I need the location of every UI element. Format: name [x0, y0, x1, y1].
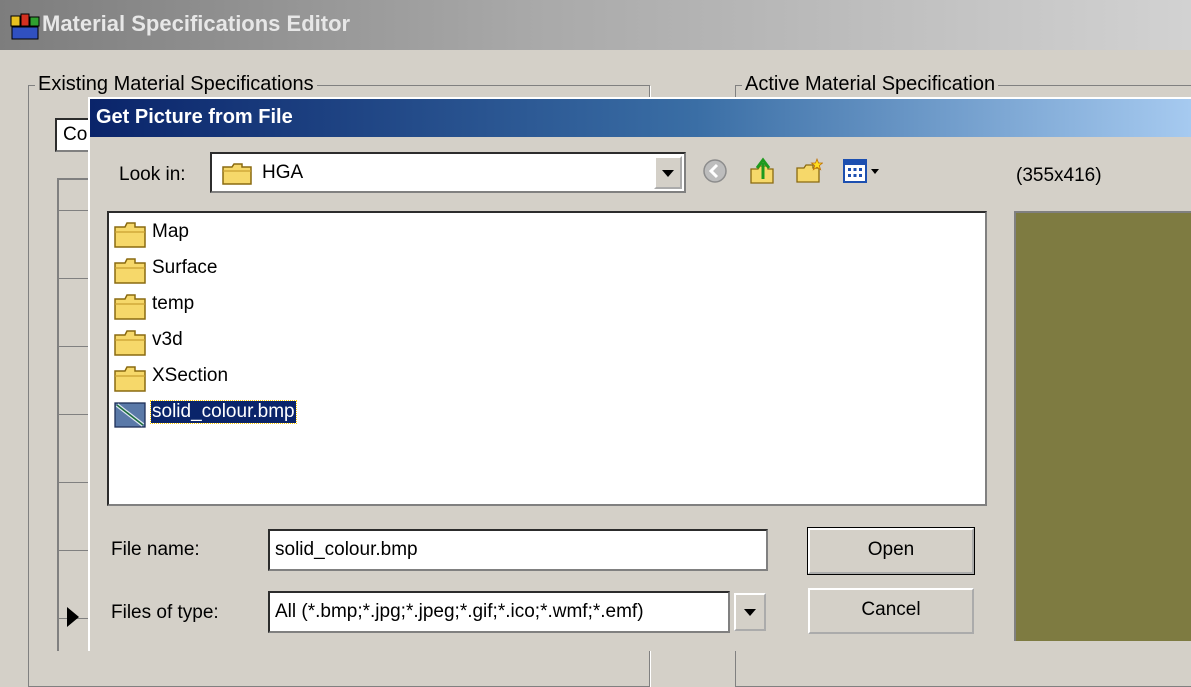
up-folder-icon[interactable] — [748, 157, 776, 185]
list-item-label: solid_colour.bmp — [150, 400, 297, 424]
material-spec-combo-value: Co — [63, 124, 88, 145]
files-of-type-label: Files of type: — [111, 602, 219, 623]
look-in-combo[interactable]: HGA — [210, 152, 686, 193]
folder-icon — [114, 258, 146, 284]
file-name-input[interactable]: solid_colour.bmp — [268, 529, 768, 571]
app-icon — [10, 13, 40, 40]
chevron-down-icon — [744, 609, 756, 616]
current-row-pointer-icon — [67, 607, 79, 627]
back-icon[interactable] — [701, 157, 729, 185]
parent-window-title: Material Specifications Editor — [42, 11, 351, 36]
list-item-label: Surface — [152, 257, 218, 278]
files-of-type-dropdown-button[interactable] — [734, 593, 766, 631]
files-of-type-value: All (*.bmp;*.jpg;*.jpeg;*.gif;*.ico;*.wm… — [275, 601, 644, 622]
preview-dimensions: (355x416) — [1016, 165, 1102, 186]
list-item-label: XSection — [152, 365, 229, 386]
view-menu-icon[interactable] — [842, 157, 882, 185]
dialog-titlebar[interactable]: Get Picture from File — [90, 99, 1191, 137]
look-in-label: Look in: — [119, 164, 186, 185]
folder-icon — [222, 163, 252, 185]
new-folder-icon[interactable] — [795, 157, 823, 185]
look-in-value: HGA — [262, 162, 304, 183]
open-button[interactable]: Open — [807, 527, 975, 575]
chevron-down-icon — [662, 169, 674, 177]
list-item-label: Map — [152, 221, 189, 242]
get-picture-dialog: Get Picture from File Look in: HGA (355x… — [88, 97, 1191, 651]
cancel-button[interactable]: Cancel — [808, 588, 974, 634]
dialog-title: Get Picture from File — [96, 106, 293, 128]
folder-icon — [114, 366, 146, 392]
file-list[interactable]: Map Surface temp v3d XSection solid_colo… — [107, 211, 987, 506]
parent-titlebar: Material Specifications Editor — [0, 0, 1191, 50]
image-preview — [1014, 211, 1191, 641]
list-item-label: v3d — [152, 329, 183, 350]
files-of-type-combo[interactable]: All (*.bmp;*.jpg;*.jpeg;*.gif;*.ico;*.wm… — [268, 591, 730, 633]
look-in-dropdown-button[interactable] — [654, 156, 682, 189]
bitmap-file-icon — [114, 402, 146, 428]
list-item-label: temp — [152, 293, 195, 314]
folder-icon — [114, 330, 146, 356]
folder-icon — [114, 294, 146, 320]
file-name-label: File name: — [111, 539, 200, 560]
existing-specs-group-label: Existing Material Specifications — [35, 73, 317, 96]
active-spec-group-label: Active Material Specification — [742, 73, 999, 96]
folder-icon — [114, 222, 146, 248]
